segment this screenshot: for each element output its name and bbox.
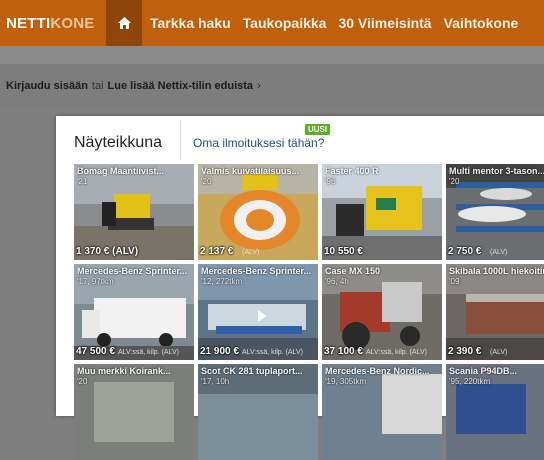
tile-price: 21 900 € xyxy=(200,346,239,357)
tile-price: 47 500 € xyxy=(76,346,115,357)
nav-link-30-viimeisinta[interactable]: 30 Viimeisintä xyxy=(338,15,431,31)
tile-title: Multi mentor 3-tason... xyxy=(449,166,544,176)
tile-year: '12, 272tkm xyxy=(201,277,243,286)
showcase-tile[interactable]: Mercedes-Benz Sprinter... '17, 97tkm 47 … xyxy=(74,264,194,360)
tile-year: '20 xyxy=(201,177,212,186)
tile-vat: ALV:ssä, kilp. (ALV) xyxy=(366,349,427,356)
nav-link-taukopaikka[interactable]: Taukopaikka xyxy=(243,15,327,31)
tile-title: Scania P94DB... xyxy=(449,366,518,376)
tile-title: Mercedes-Benz Nordic... xyxy=(325,366,430,376)
top-navigation: NETTI KONE Tarkka haku Taukopaikka 30 Vii… xyxy=(0,0,544,46)
login-link[interactable]: Kirjaudu sisään xyxy=(6,80,88,92)
nav-link-tarkka-haku[interactable]: Tarkka haku xyxy=(150,15,231,31)
tile-title: Muu merkki Koirank... xyxy=(77,366,171,376)
tile-price: 2 137 € xyxy=(200,246,234,257)
tile-vat: ALV:ssä, kilp. (ALV) xyxy=(242,349,303,356)
nettix-benefits-link[interactable]: Lue lisää Nettix-tilin eduista xyxy=(108,80,253,92)
nav-link-vaihtokone[interactable]: Vaihtokone xyxy=(444,15,519,31)
own-ad-link[interactable]: Oma ilmoituksesi tähän? xyxy=(193,136,324,150)
chevron-right-icon: › xyxy=(257,80,261,92)
tile-price: 2 750 € xyxy=(448,246,482,257)
showcase-tile[interactable]: Bomag Maantiivist... '21 1 370 € (ALV) xyxy=(74,164,194,260)
tile-title: Faster 400 R xyxy=(325,166,379,176)
home-button[interactable] xyxy=(106,0,142,46)
showcase-tile[interactable]: Skibala 1000L hiekoitin... '09 2 390 € (… xyxy=(446,264,544,360)
tile-vat: (ALV) xyxy=(490,349,508,356)
tile-price: 37 100 € xyxy=(324,346,363,357)
tile-title: Case MX 150 xyxy=(325,266,381,276)
tile-year: '20 xyxy=(77,377,88,386)
tile-image xyxy=(74,364,194,460)
header-divider xyxy=(180,120,181,160)
showcase-tile[interactable]: Valmis kuivatilaisuus... '20 2 137 € (AL… xyxy=(198,164,318,260)
tile-year: '96 xyxy=(325,177,336,186)
tile-price: 10 550 € xyxy=(324,246,363,257)
tile-year: '09 xyxy=(449,277,460,286)
login-or-text: tai xyxy=(91,80,104,92)
tile-vat: (ALV) xyxy=(242,249,260,256)
tile-vat: (ALV) xyxy=(490,249,508,256)
logo-part-netti: NETTI xyxy=(6,14,51,32)
tile-title: Mercedes-Benz Sprinter... xyxy=(77,266,188,276)
tile-vat: ALV:ssä, kilp. (ALV) xyxy=(118,349,179,356)
showcase-panel: Näyteikkuna Oma ilmoituksesi tähän? UUSI… xyxy=(56,116,544,460)
tile-year: '96, 4h xyxy=(325,277,349,286)
tile-title: Bomag Maantiivist... xyxy=(77,166,165,176)
tile-year: '20 xyxy=(449,177,460,186)
showcase-tile[interactable]: Scot CK 281 tuplaport... '17, 10h xyxy=(198,364,318,460)
showcase-tile[interactable]: Scania P94DB... '95, 220tkm xyxy=(446,364,544,460)
home-icon xyxy=(117,17,131,29)
nettikone-logo[interactable]: NETTI KONE xyxy=(0,0,106,46)
tile-title: Mercedes-Benz Sprinter... xyxy=(201,266,312,276)
showcase-tile[interactable]: Faster 400 R '96 10 550 € xyxy=(322,164,442,260)
tile-year: '19, 305tkm xyxy=(325,377,367,386)
tile-title: Skibala 1000L hiekoitin... xyxy=(449,266,544,276)
login-bar: Kirjaudu sisään tai Lue lisää Nettix-til… xyxy=(0,64,544,108)
tile-title: Valmis kuivatilaisuus... xyxy=(201,166,300,176)
tile-year: '17, 10h xyxy=(201,377,230,386)
showcase-tile[interactable]: Mercedes-Benz Nordic... '19, 305tkm xyxy=(322,364,442,460)
tile-year: '17, 97tkm xyxy=(77,277,114,286)
tile-title: Scot CK 281 tuplaport... xyxy=(201,366,303,376)
nav-spacer xyxy=(0,46,544,64)
tile-year: '21 xyxy=(77,177,88,186)
logo-part-kone: KONE xyxy=(50,14,95,32)
showcase-tile[interactable]: Multi mentor 3-tason... '20 2 750 € (ALV… xyxy=(446,164,544,260)
showcase-tile[interactable]: Case MX 150 '96, 4h 37 100 € ALV:ssä, ki… xyxy=(322,264,442,360)
showcase-tile[interactable]: Mercedes-Benz Sprinter... '12, 272tkm 21… xyxy=(198,264,318,360)
tile-year: '95, 220tkm xyxy=(449,377,491,386)
tile-price: 2 390 € xyxy=(448,346,482,357)
showcase-tile[interactable]: Muu merkki Koirank... '20 xyxy=(74,364,194,460)
tile-price: 1 370 € (ALV) xyxy=(76,246,139,257)
new-badge: UUSI xyxy=(305,124,331,135)
showcase-title: Näyteikkuna xyxy=(74,134,163,151)
